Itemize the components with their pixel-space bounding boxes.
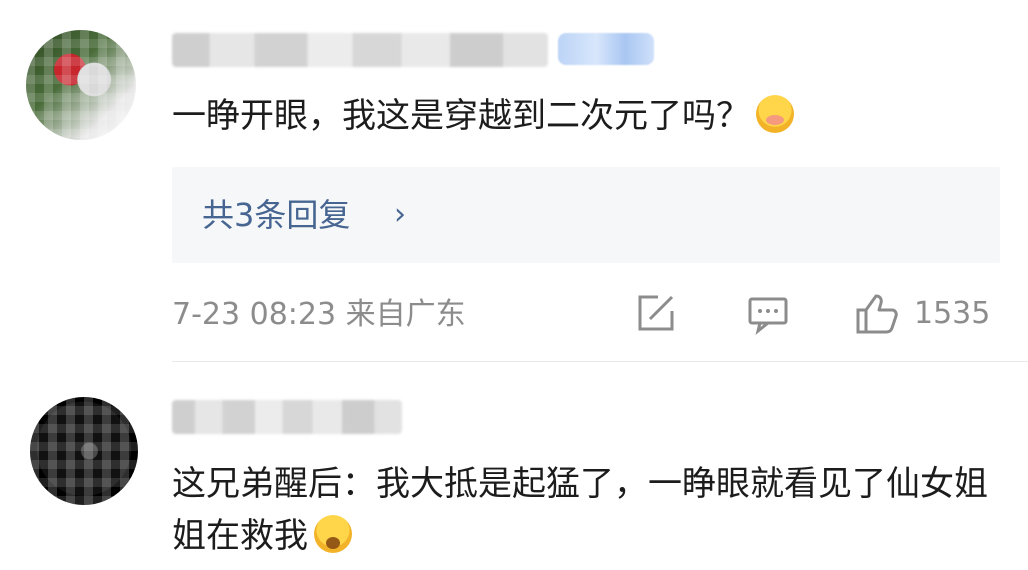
comment-item: 一睁开眼，我这是穿越到二次元了吗？ 共3条回复 › 7-23 08:23 来自广… [0,0,1028,360]
pixelation-mask [26,30,136,140]
comment-text: 一睁开眼，我这是穿越到二次元了吗？ [172,90,992,142]
emoji-icon [314,515,352,553]
share-button[interactable] [634,288,684,338]
chevron-right-icon: › [394,197,406,232]
avatar[interactable] [26,30,136,140]
comment-item: 这兄弟醒后：我大抵是起猛了，一睁眼就看见了仙女姐姐在救我 [0,361,1028,570]
share-icon [638,295,674,331]
comment-text: 这兄弟醒后：我大抵是起猛了，一睁眼就看见了仙女姐姐在救我 [172,464,988,556]
comment-icon [748,297,788,335]
username-redacted[interactable] [172,33,548,67]
like-button[interactable]: 1535 [854,288,990,338]
user-badge [558,33,654,65]
comment-meta: 7-23 08:23 来自广东 [172,297,466,332]
divider [172,361,1028,362]
pixelation-mask [30,397,138,505]
comment-button[interactable] [746,288,796,338]
emoji-icon [756,95,794,133]
like-count: 1535 [914,295,991,331]
username-redacted[interactable] [172,400,402,434]
avatar[interactable] [30,397,138,505]
replies-link[interactable]: 共3条回复 [202,191,350,239]
thumbs-up-icon [856,294,898,334]
replies-box[interactable]: 共3条回复 › [172,167,1000,263]
